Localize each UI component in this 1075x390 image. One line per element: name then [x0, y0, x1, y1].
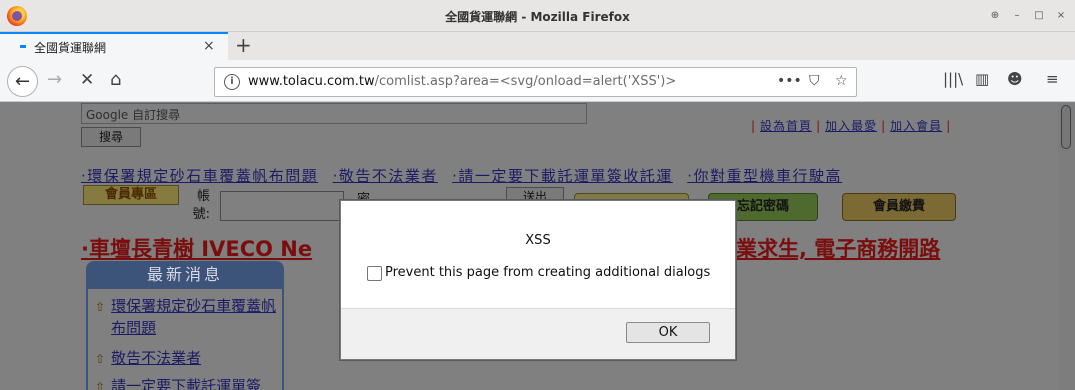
- news-panel: 最新消息 ⇧ 環保署規定砂石車覆蓋帆布問題 ⇧ 敬告不法業者 ⇧ 請一定要下載託運單簽: [86, 261, 284, 390]
- nav-toolbar: ← → ✕ ⌂ i www.tolacu.com.tw/comlist.asp?…: [0, 60, 1075, 102]
- tab-strip: 全國貨運聯網 × +: [0, 32, 1075, 60]
- maximize-icon[interactable]: □: [1030, 7, 1048, 25]
- arrow-up-icon: ⇧: [95, 380, 106, 390]
- account-icon[interactable]: ☻: [1007, 70, 1023, 88]
- loading-indicator-icon: [20, 45, 26, 48]
- news-item[interactable]: ⇧ 敬告不法業者: [95, 347, 279, 370]
- dialog-message: XSS: [525, 233, 551, 248]
- window-title: 全國貨運聯網 - Mozilla Firefox: [445, 10, 630, 24]
- arrow-up-icon: ⇧: [95, 352, 106, 366]
- headline-text[interactable]: ·車壇長青樹 IVECO Ne: [81, 237, 312, 261]
- google-search-input[interactable]: Google 自訂搜尋: [81, 103, 587, 124]
- pocket-icon[interactable]: ⛉: [809, 73, 820, 89]
- headline-tail: 業求生, 電子商務開路: [736, 233, 977, 261]
- marquee-item[interactable]: ·你對重型機車行駛高: [687, 167, 842, 185]
- alert-dialog: XSS Prevent this page from creating addi…: [340, 200, 736, 360]
- prevent-dialogs-checkbox[interactable]: [367, 266, 382, 281]
- forward-button[interactable]: →: [47, 70, 62, 90]
- scrollbar-thumb[interactable]: [1061, 105, 1071, 149]
- link-add-favorite[interactable]: 加入最愛: [825, 119, 877, 133]
- home-button[interactable]: ⌂: [110, 70, 121, 90]
- top-links: | 設為首頁 | 加入最愛 | 加入會員 |: [751, 119, 952, 133]
- link-join-member[interactable]: 加入會員: [890, 119, 942, 133]
- link-set-homepage[interactable]: 設為首頁: [760, 119, 812, 133]
- tab-title: 全國貨運聯網: [34, 41, 107, 55]
- dialog-footer: OK: [341, 308, 735, 359]
- url-host: www.tolacu.com.tw: [248, 74, 375, 89]
- member-area-label: 會員專區: [83, 185, 179, 205]
- minimize-icon[interactable]: –: [1008, 7, 1026, 25]
- tab-active[interactable]: 全國貨運聯網 ×: [0, 32, 228, 60]
- news-panel-body: ⇧ 環保署規定砂石車覆蓋帆布問題 ⇧ 敬告不法業者 ⇧ 請一定要下載託運單簽: [86, 289, 284, 390]
- headline-tail-text[interactable]: 業求生, 電子商務開路: [736, 237, 940, 261]
- url-text[interactable]: www.tolacu.com.tw/comlist.asp?area=<svg/…: [248, 74, 676, 89]
- close-window-icon[interactable]: ×: [1052, 7, 1070, 25]
- news-item[interactable]: ⇧ 環保署規定砂石車覆蓋帆布問題: [95, 295, 279, 339]
- new-tab-button[interactable]: +: [235, 33, 252, 57]
- arrow-up-icon: ⇧: [95, 300, 106, 314]
- window-titlebar: 全國貨運聯網 - Mozilla Firefox ⊕ – □ ×: [0, 0, 1075, 32]
- account-label: 帳號:: [192, 189, 210, 222]
- member-payment-button[interactable]: 會員繳費: [842, 193, 956, 221]
- url-path: /comlist.asp?area=<svg/onload=alert('XSS…: [374, 74, 677, 89]
- tab-close-icon[interactable]: ×: [203, 38, 215, 54]
- page-actions-icon[interactable]: •••: [777, 73, 802, 89]
- sidebar-icon[interactable]: ▥: [975, 70, 989, 88]
- search-button[interactable]: 搜尋: [81, 127, 141, 147]
- marquee-item[interactable]: ·敬告不法業者: [333, 167, 438, 185]
- menu-icon[interactable]: ≡: [1046, 70, 1059, 88]
- prevent-dialogs-label[interactable]: Prevent this page from creating addition…: [385, 265, 710, 280]
- bookmark-star-icon[interactable]: ☆: [835, 73, 848, 89]
- url-bar[interactable]: i www.tolacu.com.tw/comlist.asp?area=<sv…: [214, 67, 857, 97]
- site-info-icon[interactable]: i: [224, 74, 240, 90]
- news-item[interactable]: ⇧ 請一定要下載託運單簽: [95, 375, 279, 390]
- library-icon[interactable]: |||\: [943, 70, 963, 88]
- ok-button[interactable]: OK: [626, 322, 710, 343]
- news-panel-title: 最新消息: [86, 261, 284, 289]
- account-input[interactable]: [220, 191, 344, 221]
- news-marquee: ·環保署規定砂石車覆蓋帆布問題 ·敬告不法業者 ·請一定要下載託運單簽收託運 ·…: [81, 165, 977, 185]
- marquee-item[interactable]: ·請一定要下載託運單簽收託運: [452, 167, 673, 185]
- vertical-scrollbar[interactable]: [1058, 103, 1075, 390]
- stop-button[interactable]: ✕: [80, 70, 94, 90]
- window-pin-icon[interactable]: ⊕: [986, 7, 1004, 25]
- marquee-item[interactable]: ·環保署規定砂石車覆蓋帆布問題: [81, 167, 318, 185]
- back-button[interactable]: ←: [7, 66, 38, 97]
